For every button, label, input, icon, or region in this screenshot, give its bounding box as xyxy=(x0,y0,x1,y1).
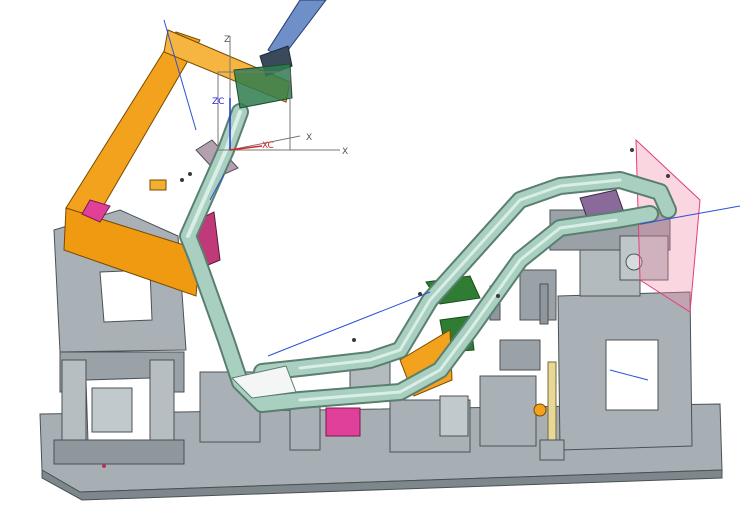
cad-3d-viewport[interactable]: Z ZC X XC X xyxy=(0,0,750,512)
pneumatic-cylinder xyxy=(233,0,327,109)
fixture-assembly-model: Z ZC X XC X xyxy=(39,0,741,501)
x-axis-label: X xyxy=(306,133,312,143)
x-axis-label-secondary: X xyxy=(342,147,348,157)
zc-axis-label: ZC xyxy=(212,97,224,107)
xc-axis-label: XC xyxy=(262,141,274,151)
z-axis-label: Z xyxy=(224,35,230,45)
